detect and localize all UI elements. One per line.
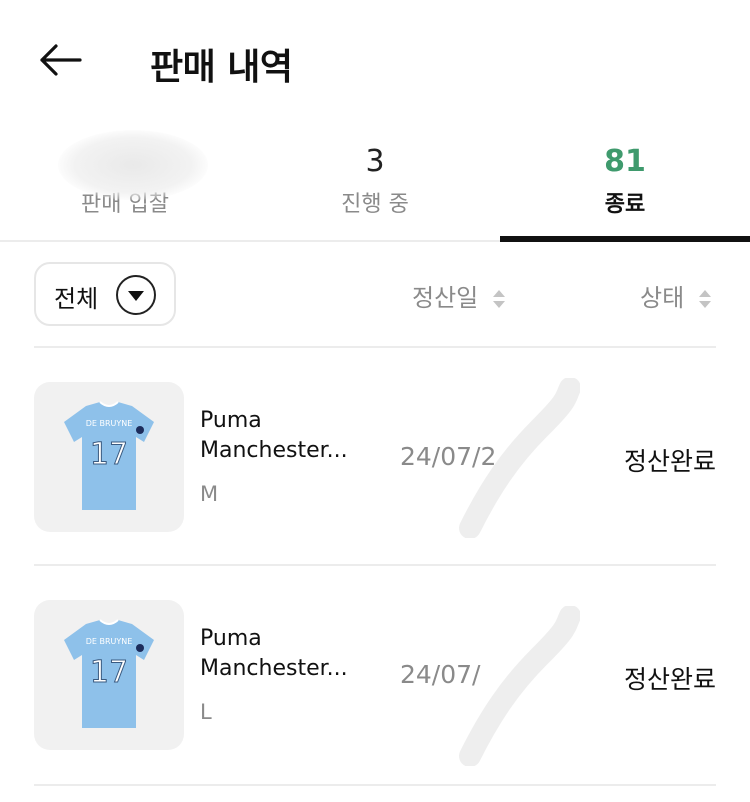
divider [34, 564, 716, 566]
product-size: M [200, 482, 219, 506]
product-image: DE BRUYNE 17 [34, 382, 184, 532]
sort-label: 상태 [640, 284, 685, 312]
list-item[interactable]: DE BRUYNE 17 Puma Manchester... M 24/07/… [0, 368, 750, 548]
settlement-date: 24/07/ [400, 660, 481, 689]
tab-in-progress[interactable]: 3 진행 중 [250, 128, 500, 240]
triangle-down-icon [128, 291, 144, 301]
status-label: 정산완료 [623, 447, 716, 476]
tab-label: 종료 [604, 192, 646, 217]
sort-icon [492, 290, 505, 308]
product-name: Manchester... [200, 438, 348, 463]
tab-count: 81 [604, 144, 646, 179]
header: 판매 내역 [0, 0, 750, 120]
svg-text:17: 17 [90, 437, 128, 472]
product-brand: Puma [200, 626, 262, 651]
svg-text:DE BRUYNE: DE BRUYNE [86, 637, 133, 646]
filter-dropdown[interactable]: 전체 [34, 262, 176, 326]
back-button[interactable] [36, 40, 84, 80]
sort-icon [698, 290, 711, 308]
product-image: DE BRUYNE 17 [34, 600, 184, 750]
svg-text:17: 17 [90, 655, 128, 690]
page-title: 판매 내역 [150, 47, 293, 88]
filter-label: 전체 [54, 285, 99, 313]
tab-bidding[interactable]: 판매 입찰 [0, 128, 250, 240]
jersey-image: DE BRUYNE 17 [64, 619, 154, 728]
redaction-smudge [58, 130, 208, 200]
filter-row: 전체 정산일 상태 [0, 244, 750, 348]
product-brand: Puma [200, 408, 262, 433]
sort-status[interactable]: 상태 [640, 278, 712, 313]
divider [34, 784, 716, 786]
arrow-left-icon [40, 44, 82, 76]
status-label: 정산완료 [623, 665, 716, 694]
tab-completed[interactable]: 81 종료 [500, 128, 750, 240]
svg-text:DE BRUYNE: DE BRUYNE [86, 419, 133, 428]
sort-label: 정산일 [412, 284, 479, 312]
tab-bar: 판매 입찰 3 진행 중 81 종료 [0, 128, 750, 242]
list-item[interactable]: DE BRUYNE 17 Puma Manchester... L 24/07/… [0, 586, 750, 766]
dropdown-button[interactable] [116, 275, 156, 315]
sort-settlement-date[interactable]: 정산일 [412, 278, 506, 313]
settlement-date: 24/07/2 [400, 442, 497, 471]
tab-count: 3 [365, 144, 385, 179]
jersey-image: DE BRUYNE 17 [64, 401, 154, 510]
divider [34, 346, 716, 348]
product-name: Manchester... [200, 656, 348, 681]
product-size: L [200, 700, 212, 724]
tab-label: 진행 중 [341, 192, 409, 217]
active-tab-indicator [500, 236, 750, 242]
